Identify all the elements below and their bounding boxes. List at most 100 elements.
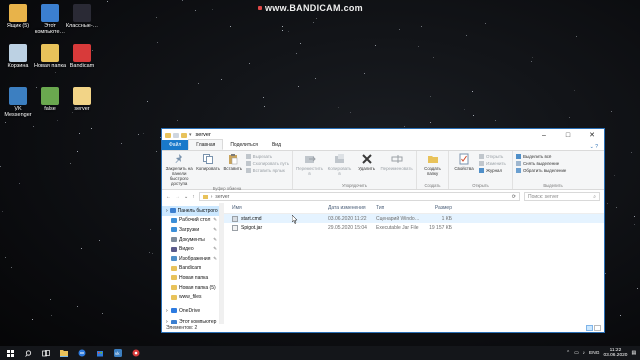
address-path: server	[215, 193, 230, 200]
journal-button[interactable]: Журнал	[479, 168, 506, 173]
network-icon[interactable]: ▭	[574, 351, 579, 356]
tab-home[interactable]: Главная	[188, 139, 224, 150]
tab-view[interactable]: Вид	[265, 140, 288, 150]
large-icons-view-button[interactable]	[594, 325, 601, 331]
desktop-icon[interactable]: Классные-…	[64, 4, 100, 29]
desktop-icon[interactable]: Bandicam	[64, 44, 100, 69]
star-dot	[573, 89, 575, 91]
desktop-icon[interactable]: Корзина	[0, 44, 36, 69]
star-dot	[32, 319, 33, 321]
file-list[interactable]: Имя Дата изменения Тип Размер start.cmd 0…	[224, 203, 604, 324]
desktop-icon[interactable]: VK Messenger	[0, 87, 36, 118]
task-view-icon[interactable]	[42, 349, 50, 357]
nav-item-label: Новая папка (5)	[179, 284, 216, 291]
tab-share[interactable]: Поделиться	[223, 140, 265, 150]
clock[interactable]: 11:22 03.06.2020	[603, 348, 627, 358]
properties-button[interactable]: Свойства	[452, 153, 476, 183]
chevron-right-icon[interactable]: ›	[166, 208, 168, 214]
forward-arrow-icon[interactable]: →	[175, 194, 180, 200]
nav-item[interactable]: › Панель быстрого доступа	[162, 206, 219, 216]
language-indicator[interactable]: ENG	[589, 351, 599, 356]
chevron-right-icon[interactable]: ›	[166, 319, 169, 324]
select-none-button[interactable]: Снять выделение	[516, 161, 566, 166]
nav-item[interactable]: Рабочий стол ✎	[162, 216, 219, 226]
properties-quick-icon[interactable]	[173, 132, 179, 138]
recent-locations-icon[interactable]: ⌄	[184, 194, 188, 200]
edit-button[interactable]: Изменить	[479, 161, 506, 166]
desktop-icon[interactable]: server	[64, 87, 100, 112]
pin-icon: ✎	[213, 226, 217, 232]
column-header-type[interactable]: Тип	[376, 205, 422, 211]
volume-icon[interactable]: ♪	[583, 351, 585, 356]
paste-shortcut-button[interactable]: Вставить ярлык	[245, 168, 289, 173]
minimize-button[interactable]: –	[532, 129, 556, 141]
nav-item[interactable]: Загрузки ✎	[162, 225, 219, 235]
help-icon[interactable]: ⌄ ?	[590, 144, 604, 150]
copy-path-button[interactable]: Скопировать путь	[245, 161, 289, 166]
desktop-icon[interactable]: Новая папка	[32, 44, 68, 69]
move-to-button[interactable]: Переместить в	[296, 153, 323, 183]
column-header-date[interactable]: Дата изменения	[328, 205, 376, 211]
quick-access-dropdown-icon[interactable]: ▾	[189, 132, 192, 138]
shortcut-icon	[73, 4, 91, 22]
nav-item[interactable]: Новая папка (5)	[162, 283, 219, 293]
file-explorer-taskbar-icon[interactable]	[60, 349, 68, 357]
column-header-name[interactable]: Имя	[224, 205, 328, 211]
desktop-icon-label: server	[74, 106, 90, 112]
bandicam-taskbar-icon[interactable]	[132, 349, 140, 357]
search-input[interactable]: Поиск: server ⌕	[524, 192, 600, 201]
details-view-button[interactable]	[586, 325, 593, 331]
tab-file[interactable]: Файл	[162, 140, 189, 150]
copy-button[interactable]: Копировать	[196, 153, 220, 186]
refresh-icon[interactable]: ⟳	[512, 194, 519, 200]
select-all-button[interactable]: Выделить всё	[516, 154, 566, 159]
nav-item[interactable]: Видео ✎	[162, 244, 219, 254]
start-windows-icon[interactable]	[6, 349, 14, 357]
nav-item[interactable]: Изображения ✎	[162, 254, 219, 264]
invert-selection-button[interactable]: Обратить выделение	[516, 168, 566, 173]
rename-button[interactable]: Переименовать	[380, 153, 413, 183]
nav-item[interactable]: Документы ✎	[162, 235, 219, 245]
nav-item[interactable]: Bandicam	[162, 264, 219, 274]
delete-button[interactable]: Удалить	[356, 153, 377, 183]
star-dot	[51, 314, 52, 316]
new-folder-label: Создать папку	[424, 166, 441, 176]
open-button[interactable]: Открыть	[479, 154, 506, 159]
back-arrow-icon[interactable]: ←	[166, 194, 171, 200]
table-row[interactable]: Spigot.jar 29.05.2020 15:04 Executable Jar…	[224, 223, 604, 232]
nav-item-label: OneDrive	[179, 307, 201, 314]
pin-quick-access-button[interactable]: Закрепить на панели быстрого доступа	[165, 153, 193, 186]
search-icon[interactable]	[24, 349, 32, 357]
nav-item[interactable]: www_files	[162, 292, 219, 302]
new-folder-quick-icon[interactable]	[181, 132, 187, 138]
file-date: 03.06.2020 11:22	[328, 215, 367, 222]
table-row[interactable]: start.cmd 03.06.2020 11:22 Сценарий Windo……	[224, 214, 604, 223]
star-dot	[297, 85, 299, 87]
vk-messenger-taskbar-icon[interactable]: vk	[114, 349, 122, 357]
chevron-right-icon[interactable]: ›	[166, 308, 169, 314]
new-folder-button[interactable]: Создать папку	[420, 153, 445, 183]
close-button[interactable]: ✕	[580, 129, 604, 141]
cut-button[interactable]: Вырезать	[245, 154, 289, 159]
copy-to-button[interactable]: Копировать в	[326, 153, 353, 183]
file-explorer-window[interactable]: ▾ server – □ ✕ Файл Главная Поделиться В…	[161, 128, 605, 333]
star-dot	[147, 100, 149, 102]
tray-overflow-icon[interactable]: ⌃	[566, 351, 570, 356]
desktop-icon[interactable]: Ящик (5)	[0, 4, 36, 29]
notifications-icon[interactable]: ▤	[631, 351, 636, 356]
column-header-size[interactable]: Размер	[422, 205, 452, 211]
nav-item[interactable]: Новая папка	[162, 273, 219, 283]
address-field[interactable]: › server ⟳	[198, 192, 520, 201]
nav-item[interactable]: › OneDrive	[162, 306, 219, 316]
maximize-button[interactable]: □	[556, 129, 580, 141]
edge-browser-icon[interactable]	[78, 349, 86, 357]
nav-item[interactable]: › Этот компьютер	[162, 318, 219, 324]
store-icon[interactable]	[96, 349, 104, 357]
desktop-icon[interactable]: Этот компьюте…	[32, 4, 68, 35]
navigation-pane[interactable]: ›Панель быстрого доступаРабочий стол✎Заг…	[162, 203, 220, 324]
desktop-icon[interactable]: false	[32, 87, 68, 112]
paste-button[interactable]: Вставить	[223, 153, 243, 186]
star-dot	[90, 128, 92, 130]
star-dot	[337, 107, 339, 109]
up-arrow-icon[interactable]: ↑	[192, 194, 195, 200]
